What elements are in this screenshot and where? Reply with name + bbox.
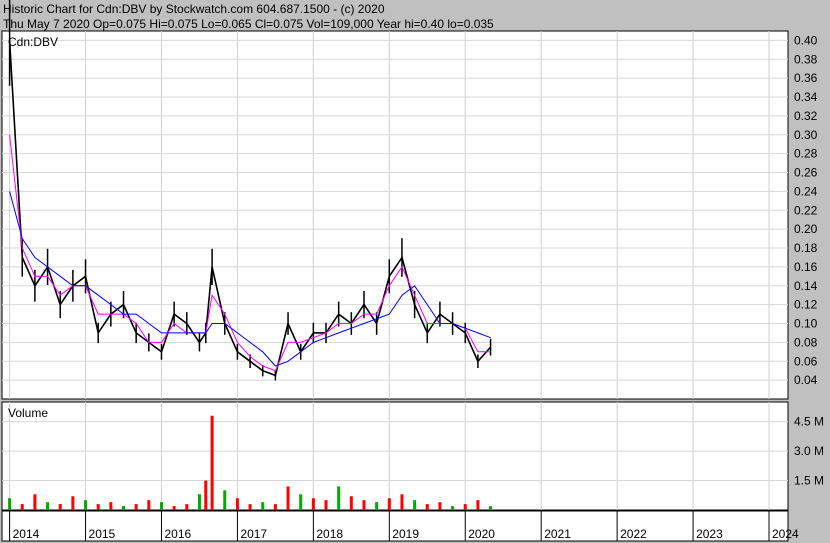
price-tick-label: 0.04 xyxy=(794,373,818,387)
x-axis-label: 2014 xyxy=(13,527,40,541)
price-tick-label: 0.34 xyxy=(794,90,818,104)
x-axis-label: 2018 xyxy=(316,527,343,541)
volume-bar xyxy=(438,502,442,510)
x-axis-label: 2022 xyxy=(620,527,647,541)
x-axis-label: 2015 xyxy=(89,527,116,541)
price-tick-label: 0.08 xyxy=(794,335,818,349)
price-tick-label: 0.30 xyxy=(794,128,818,142)
volume-bar xyxy=(159,502,163,510)
volume-bar xyxy=(46,502,50,510)
price-tick-label: 0.32 xyxy=(794,109,818,123)
volume-bar xyxy=(84,500,88,510)
volume-bar xyxy=(71,496,75,510)
price-tick-label: 0.06 xyxy=(794,354,818,368)
volume-bar xyxy=(185,504,189,510)
volume-bar xyxy=(33,494,37,510)
x-axis-label: 2023 xyxy=(696,527,723,541)
volume-bar xyxy=(96,504,100,510)
price-panel xyxy=(1,30,789,400)
price-tick-label: 0.18 xyxy=(794,241,818,255)
volume-panel xyxy=(1,401,789,511)
x-axis-label: 2016 xyxy=(164,527,191,541)
volume-bar xyxy=(273,504,277,510)
volume-tick-label: 1.5 M xyxy=(794,474,824,488)
volume-bar xyxy=(311,498,315,510)
price-tick-label: 0.38 xyxy=(794,52,818,66)
price-tick-label: 0.10 xyxy=(794,317,818,331)
volume-bar xyxy=(349,496,353,510)
volume-bar xyxy=(210,415,214,510)
volume-bar xyxy=(261,502,265,510)
price-tick-label: 0.40 xyxy=(794,33,818,47)
volume-bar xyxy=(463,504,467,510)
volume-bar xyxy=(58,504,62,510)
price-tick-label: 0.28 xyxy=(794,147,818,161)
x-axis-label: 2024 xyxy=(772,527,799,541)
x-axis-label: 2017 xyxy=(240,527,267,541)
x-axis-label: 2021 xyxy=(544,527,571,541)
volume-tick-label: 3.0 M xyxy=(794,444,824,458)
volume-bar xyxy=(324,500,328,510)
volume-bar xyxy=(109,502,113,510)
volume-bar xyxy=(122,506,126,510)
price-tick-label: 0.36 xyxy=(794,71,818,85)
volume-bar xyxy=(451,506,455,510)
volume-bar xyxy=(425,504,429,510)
volume-bar xyxy=(223,490,227,510)
volume-tick-label: 4.5 M xyxy=(794,415,824,429)
volume-bar xyxy=(337,486,341,510)
volume-bar xyxy=(476,500,480,510)
price-tick-label: 0.26 xyxy=(794,166,818,180)
price-tick-label: 0.24 xyxy=(794,184,818,198)
volume-panel-label: Volume xyxy=(8,406,48,420)
x-axis-label: 2020 xyxy=(468,527,495,541)
volume-bar xyxy=(8,498,12,510)
volume-bar xyxy=(134,504,138,510)
volume-bar xyxy=(235,498,239,510)
volume-bar xyxy=(204,480,208,510)
price-tick-label: 0.16 xyxy=(794,260,818,274)
volume-bar xyxy=(387,498,391,510)
volume-bar xyxy=(375,502,379,510)
x-axis: 2014 2015 2016 2017 2018 2019 2020 2021 2022 2023… xyxy=(1,510,799,542)
volume-bar xyxy=(172,506,176,510)
price-tick-label: 0.22 xyxy=(794,203,818,217)
volume-bar xyxy=(299,494,303,510)
volume-bar xyxy=(147,500,151,510)
chart-header-line2: Thu May 7 2020 Op=0.075 Hi=0.075 Lo=0.06… xyxy=(3,17,494,31)
volume-y-axis: 4.5 M 3.0 M 1.5 M xyxy=(794,415,824,488)
volume-bar xyxy=(197,494,201,510)
volume-bar xyxy=(286,486,290,510)
volume-bar xyxy=(489,506,493,510)
chart-header-line1: Historic Chart for Cdn:DBV by Stockwatch… xyxy=(3,2,385,16)
stock-chart: Historic Chart for Cdn:DBV by Stockwatch… xyxy=(0,0,830,543)
price-tick-label: 0.12 xyxy=(794,298,818,312)
volume-bar xyxy=(400,494,404,510)
volume-bar xyxy=(413,500,417,510)
volume-bar xyxy=(20,504,24,510)
price-tick-label: 0.20 xyxy=(794,222,818,236)
price-panel-label: Cdn:DBV xyxy=(8,35,58,49)
x-axis-label: 2019 xyxy=(392,527,419,541)
volume-bar xyxy=(248,504,252,510)
volume-bar xyxy=(362,500,366,510)
price-tick-label: 0.14 xyxy=(794,279,818,293)
